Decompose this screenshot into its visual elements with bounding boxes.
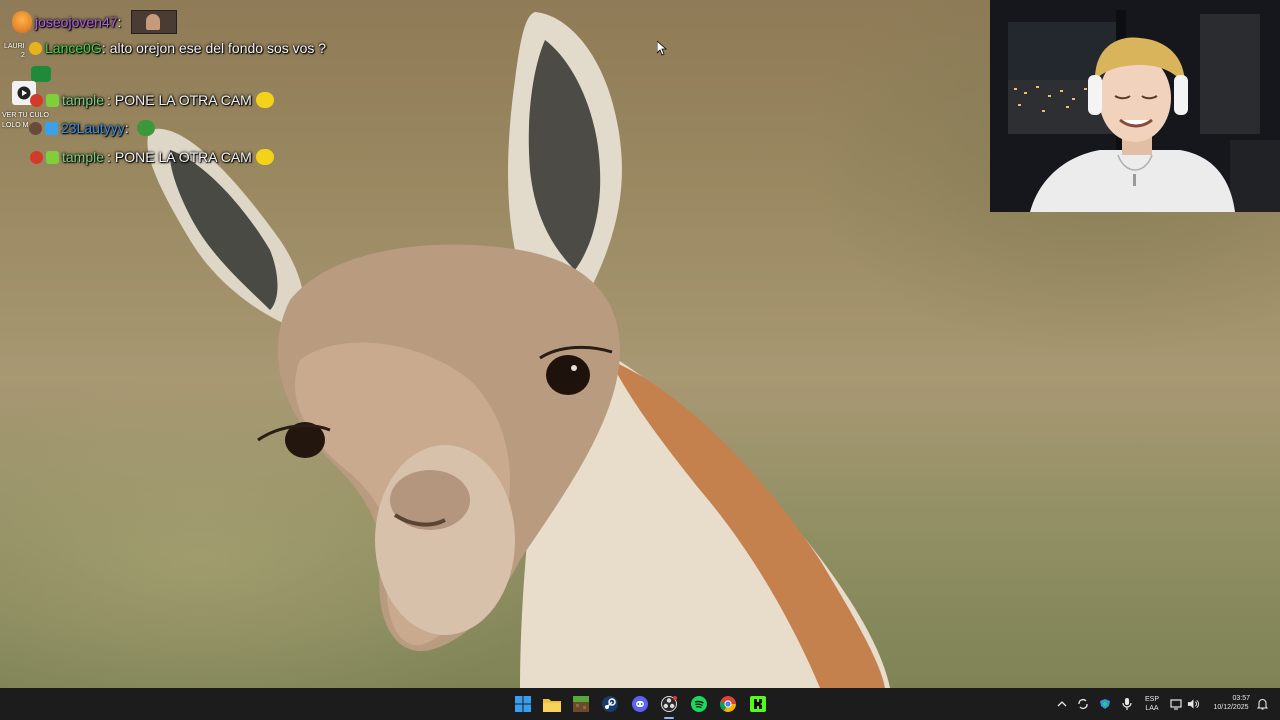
side-label: LAURI (4, 43, 25, 50)
red-badge-icon (30, 150, 43, 164)
taskbar-discord[interactable] (630, 694, 650, 714)
taskbar-spotify[interactable] (689, 694, 709, 714)
clock[interactable]: 03:57 10/12/2025 (1206, 694, 1256, 712)
clock-time: 03:57 (1232, 695, 1250, 702)
emote-photo-icon (131, 10, 178, 34)
notifications-button[interactable] (1256, 698, 1268, 710)
discord-icon (632, 696, 648, 712)
stream-chat-overlay: joseojoven47 : LAURI 2 Lance0G : alto or… (0, 0, 360, 180)
tray-microphone-button[interactable] (1121, 698, 1133, 710)
tray-security-button[interactable] (1099, 698, 1111, 710)
chat-separator: : (107, 92, 111, 108)
kick-icon (750, 696, 766, 712)
pepe-emote-icon (31, 66, 51, 82)
taskbar: ESP LAA 03:57 10/12/2025 (0, 688, 1280, 720)
chat-separator: : (101, 40, 106, 56)
folder-icon (543, 698, 561, 712)
active-app-indicator (664, 717, 674, 719)
side-label: 2 (21, 52, 25, 59)
fl-studio-badge-icon (12, 11, 32, 33)
chat-message: tample : PONE LA OTRA CAM (30, 149, 274, 165)
spotify-icon (691, 696, 707, 712)
obs-icon (661, 696, 677, 712)
red-badge-icon (30, 93, 43, 107)
avatar-badge-icon (29, 121, 42, 135)
yellow-emote-icon (255, 149, 274, 165)
grass-block-icon (573, 696, 589, 712)
chrome-icon (720, 696, 736, 712)
notification-bell-icon (1256, 698, 1268, 710)
coin-badge-icon (29, 41, 42, 55)
yellow-emote-icon (255, 92, 274, 108)
chat-text: PONE LA OTRA CAM (114, 149, 252, 165)
language-code: ESP (1144, 696, 1159, 703)
taskbar-obs[interactable] (659, 694, 679, 714)
chat-username: 23Lautyyy (61, 120, 125, 136)
side-label: VER TU CULO (2, 112, 49, 119)
clock-date: 10/12/2025 (1213, 704, 1249, 711)
taskbar-steam[interactable] (600, 694, 620, 714)
taskbar-file-explorer[interactable] (542, 694, 562, 714)
taskbar-chrome[interactable] (718, 694, 738, 714)
microphone-icon (1122, 698, 1132, 710)
blue-gem-badge-icon (45, 121, 58, 135)
chat-text: alto orejon ese del fondo sos vos ? (109, 40, 327, 56)
start-button[interactable] (513, 694, 533, 714)
network-monitor-icon (1170, 699, 1182, 710)
side-label: LOLO M (2, 122, 29, 129)
tray-volume-button[interactable] (1187, 698, 1199, 710)
language-layout: LAA (1145, 705, 1159, 712)
webcam-overlay (990, 0, 1280, 212)
subscriber-badge-icon (46, 150, 59, 164)
mouse-cursor-icon (656, 40, 668, 61)
chat-username: tample (62, 149, 105, 165)
chat-separator: : (117, 14, 122, 30)
sync-icon (1078, 699, 1088, 709)
tray-network-button[interactable] (1170, 698, 1182, 710)
chat-message: tample : PONE LA OTRA CAM (30, 92, 274, 108)
chat-message: Lance0G : alto orejon ese del fondo sos … (29, 40, 326, 56)
chat-separator: : (124, 120, 129, 136)
windows-icon (515, 696, 531, 712)
chat-username: joseojoven47 (35, 14, 118, 30)
taskbar-minecraft[interactable] (571, 694, 591, 714)
chat-username: Lance0G (45, 40, 102, 56)
pepe-emote-icon (136, 120, 155, 136)
steam-icon (602, 696, 618, 712)
chat-text: PONE LA OTRA CAM (114, 92, 252, 108)
volume-icon (1187, 699, 1199, 709)
chat-message: 23Lautyyy : (29, 120, 155, 136)
chat-separator: : (107, 149, 111, 165)
chat-username: tample (62, 92, 105, 108)
chevron-up-icon (1057, 701, 1067, 707)
input-language-indicator[interactable]: ESP LAA (1142, 695, 1162, 713)
tray-sync-button[interactable] (1077, 698, 1089, 710)
subscriber-badge-icon (46, 93, 59, 107)
shield-icon (1100, 699, 1110, 709)
show-hidden-icons-button[interactable] (1056, 698, 1068, 710)
taskbar-kick[interactable] (748, 694, 768, 714)
chat-message: joseojoven47 : (12, 10, 178, 34)
